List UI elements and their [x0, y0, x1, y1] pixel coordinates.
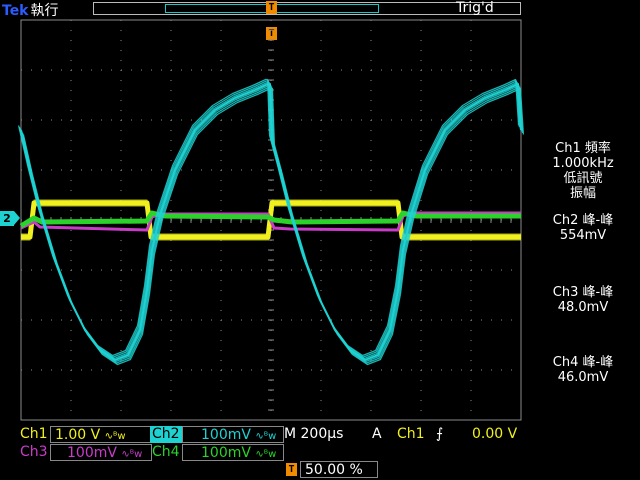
- meas-value: 554mV: [559, 228, 607, 243]
- trigger-source[interactable]: Ch1: [397, 426, 425, 443]
- rising-edge-icon: ⨍: [436, 426, 444, 442]
- ch2-label[interactable]: Ch2: [150, 426, 182, 443]
- horizontal-position[interactable]: 50.00 %: [300, 461, 378, 478]
- measurement-ch1-frequency[interactable]: Ch1 頻率 1.000kHz 低訊號 振幅: [526, 141, 640, 201]
- bandwidth-limit-icon: ∿ᴮw: [121, 449, 143, 460]
- meas-value: 1.000kHz: [552, 156, 614, 171]
- ch1-scale: 1.00 V: [55, 427, 101, 443]
- bandwidth-limit-icon: ∿ᴮw: [255, 449, 277, 460]
- measurement-ch4-pk2pk[interactable]: Ch4 峰-峰 46.0mV: [526, 355, 640, 385]
- meas-label: Ch2 峰-峰: [552, 213, 614, 228]
- ch2-ground-marker[interactable]: 2: [0, 211, 20, 226]
- ch2-scale-box[interactable]: 100mV ∿ᴮw: [182, 426, 284, 443]
- ch4-scale-box[interactable]: 100mV ∿ᴮw: [182, 444, 284, 461]
- meas-note: 振幅: [569, 186, 596, 201]
- ch2-scale: 100mV: [201, 427, 251, 443]
- meas-label: Ch4 峰-峰: [552, 355, 614, 370]
- ch1-label[interactable]: Ch1: [18, 426, 50, 443]
- trigger-position-icon: T: [286, 463, 297, 476]
- trigger-mode[interactable]: A: [372, 426, 382, 443]
- measurement-ch2-pk2pk[interactable]: Ch2 峰-峰 554mV: [526, 213, 640, 243]
- meas-value: 48.0mV: [557, 300, 609, 315]
- ch3-label[interactable]: Ch3: [18, 444, 50, 461]
- readout-bar: Ch1 1.00 V ∿ᴮw Ch2 100mV ∿ᴮw M 200µs A C…: [0, 424, 640, 480]
- bandwidth-limit-icon: ∿ᴮw: [255, 431, 277, 442]
- meas-value: 46.0mV: [557, 370, 609, 385]
- meas-label: Ch3 峰-峰: [552, 285, 614, 300]
- ch3-scale-box[interactable]: 100mV ∿ᴮw: [50, 444, 152, 461]
- ch3-scale: 100mV: [67, 445, 117, 461]
- trigger-level[interactable]: 0.00 V: [472, 426, 517, 443]
- bandwidth-limit-icon: ∿ᴮw: [104, 431, 126, 442]
- measurement-ch3-pk2pk[interactable]: Ch3 峰-峰 48.0mV: [526, 285, 640, 315]
- timebase[interactable]: M 200µs: [284, 426, 343, 443]
- waveforms: [17, 78, 525, 366]
- ch1-scale-box[interactable]: 1.00 V ∿ᴮw: [50, 426, 152, 443]
- meas-note: 低訊號: [563, 171, 603, 186]
- ch4-scale: 100mV: [201, 445, 251, 461]
- meas-label: Ch1 頻率: [555, 141, 611, 156]
- ch4-label[interactable]: Ch4: [150, 444, 182, 461]
